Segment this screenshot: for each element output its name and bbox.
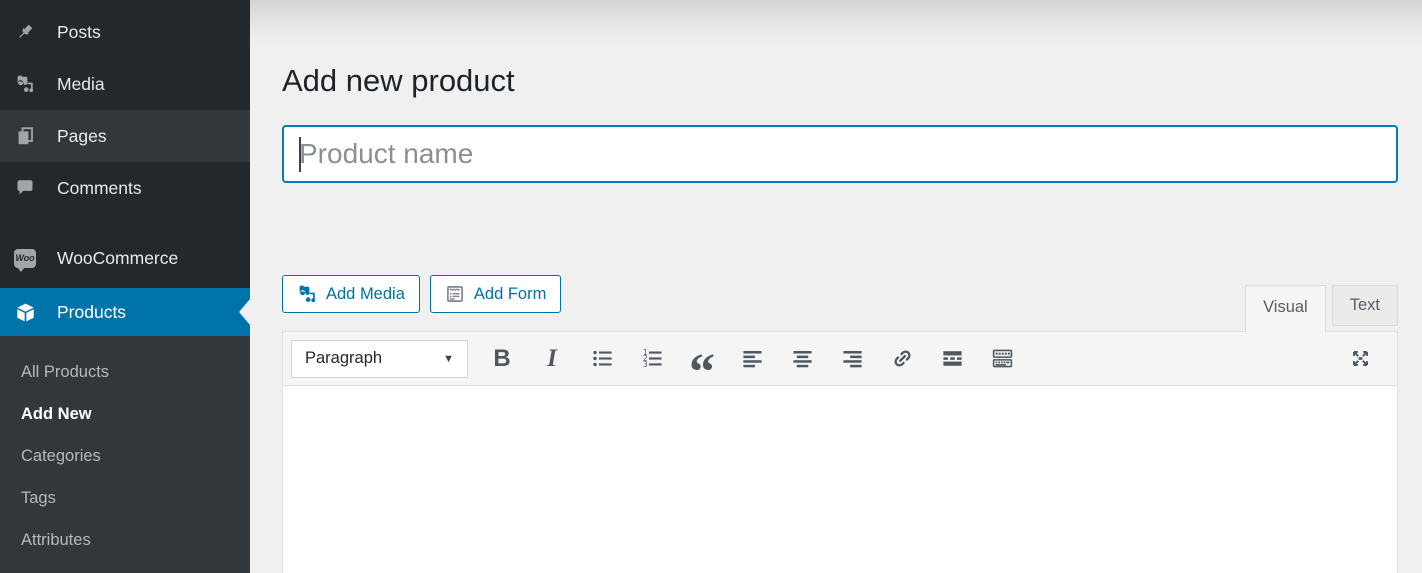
link-icon [893,350,911,367]
sidebar-item-label: WooCommerce [57,247,179,268]
pages-icon [14,125,36,147]
italic-button[interactable]: I [531,340,573,378]
more-tag-icon [942,351,962,366]
page-title: Add new product [282,63,515,98]
sidebar-item-media[interactable]: Media [0,58,250,110]
submenu-item-attributes[interactable]: Attributes [0,519,250,561]
add-form-label: Add Form [473,284,547,303]
menu-separator [0,214,250,232]
sidebar-item-label: Comments [57,177,142,198]
comments-icon [14,177,36,199]
submenu-item-all-products[interactable]: All Products [0,351,250,393]
title-input-wrap [282,125,1398,183]
blockquote-button[interactable]: “ [681,340,723,398]
bold-icon: B [493,344,511,372]
media-icon [14,73,36,95]
align-right-icon [842,351,862,368]
sidebar-item-label: Pages [57,125,107,146]
editor-content-area[interactable] [283,386,1397,573]
sidebar-item-pages[interactable]: Pages [0,110,250,162]
sidebar-item-woocommerce[interactable]: Woo WooCommerce [0,232,250,284]
insert-link-button[interactable] [881,340,923,378]
editor-tools-row: Add Media Add Form Visual Text [282,269,1398,332]
submenu-item-add-new[interactable]: Add New [0,393,250,435]
editor-toolbar: Paragraph ▼ B I 1 2 3 “ [283,332,1397,398]
media-buttons: Add Media Add Form [282,275,562,313]
italic-icon: I [547,344,557,372]
woocommerce-icon: Woo [14,247,36,272]
chevron-down-icon: ▼ [443,352,454,365]
sidebar-item-label: Posts [57,21,101,42]
current-menu-arrow [239,299,250,325]
format-select-value: Paragraph [305,349,383,367]
tab-text[interactable]: Text [1331,285,1398,326]
sidebar-item-label: Media [57,73,105,94]
paragraph-format-select[interactable]: Paragraph ▼ [291,339,468,378]
align-center-button[interactable] [781,340,823,378]
submenu-item-categories[interactable]: Categories [0,435,250,477]
numbered-list-button[interactable]: 1 2 3 [631,340,673,378]
bulleted-list-icon [592,350,612,367]
svg-text:3: 3 [642,360,647,369]
align-left-icon [742,351,762,368]
editor-mode-tabs: Visual Text [1245,285,1398,332]
products-box-icon [14,301,36,323]
bulleted-list-button[interactable] [581,340,623,378]
sidebar-item-posts[interactable]: Posts [0,6,250,58]
form-icon [445,284,465,304]
sidebar-item-comments[interactable]: Comments [0,162,250,214]
sidebar-item-products[interactable]: Products [0,288,250,336]
sidebar-item-label: Products [57,301,127,322]
add-form-button[interactable]: Add Form [429,275,562,313]
fullscreen-button[interactable] [1339,340,1381,378]
insert-more-tag-button[interactable] [931,340,973,378]
admin-sidebar: Posts Media Pages Comments Woo WooCommer… [0,0,250,573]
numbered-list-icon: 1 2 3 [642,348,662,369]
align-center-icon [792,351,812,368]
product-name-input[interactable] [282,125,1398,183]
visual-editor: Paragraph ▼ B I 1 2 3 “ [282,331,1398,573]
tab-visual[interactable]: Visual [1245,285,1326,332]
add-media-label: Add Media [326,284,405,303]
toolbar-toggle-button[interactable] [981,340,1023,378]
align-left-button[interactable] [731,340,773,378]
main-content: Add new product Ad [250,0,1422,573]
pushpin-icon [14,21,36,43]
media-icon [297,284,317,304]
submenu-item-tags[interactable]: Tags [0,477,250,519]
bold-button[interactable]: B [481,340,523,378]
products-submenu: All Products Add New Categories Tags Att… [0,336,250,573]
text-caret [299,137,301,172]
keyboard-icon [992,349,1012,368]
align-right-button[interactable] [831,340,873,378]
fullscreen-icon [1352,351,1368,366]
add-media-button[interactable]: Add Media [282,275,420,313]
